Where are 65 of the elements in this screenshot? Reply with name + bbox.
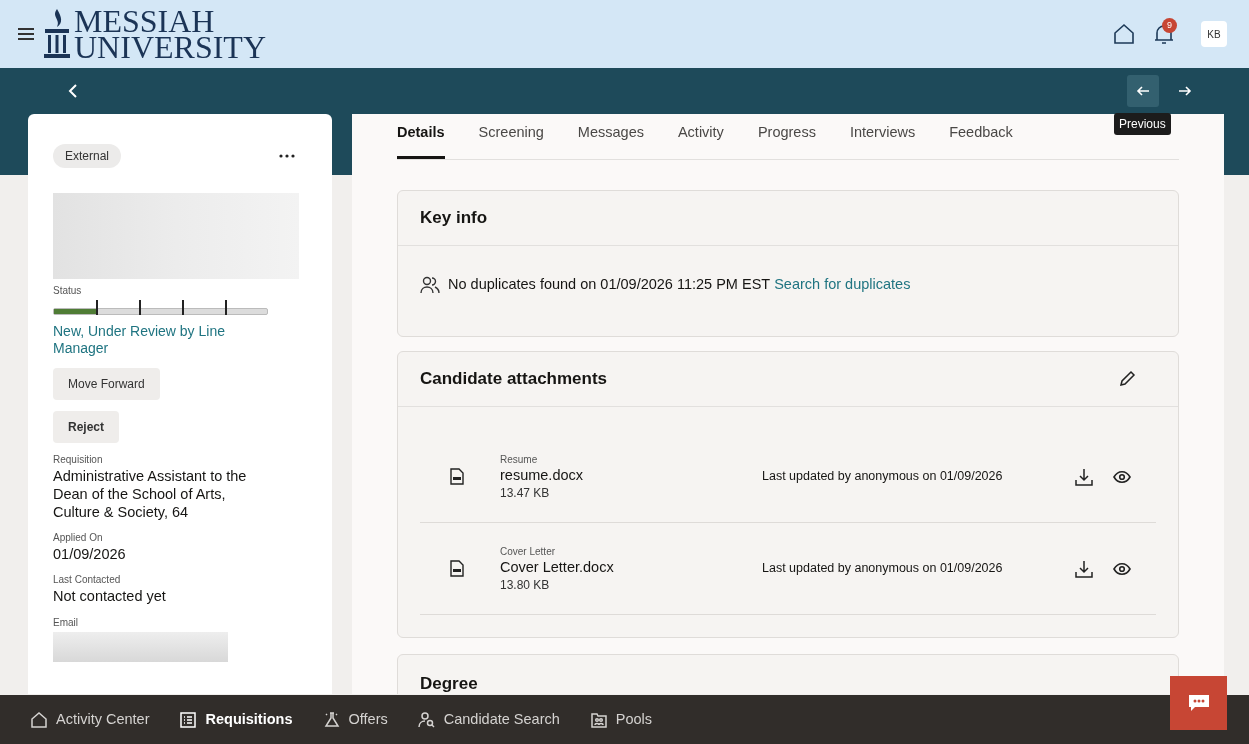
document-icon — [450, 560, 464, 577]
candidate-tag: External — [53, 144, 122, 168]
status-link[interactable]: New, Under Review by Line Manager — [53, 323, 253, 357]
nav-item[interactable]: Candidate Search — [417, 708, 560, 731]
tab[interactable]: Screening — [478, 122, 544, 159]
field-label: Email — [53, 616, 79, 630]
notification-badge: 9 — [1162, 18, 1177, 33]
field-value: Administrative Assistant to the Dean of the School of Arts, Culture & Society, 64 — [53, 467, 248, 521]
list-icon — [179, 710, 198, 729]
field-label: Applied On — [53, 531, 104, 545]
more-icon[interactable] — [279, 154, 295, 158]
field-label: Last Contacted — [53, 573, 122, 587]
tab[interactable]: Messages — [577, 122, 644, 159]
action-button[interactable]: Move Forward — [53, 368, 160, 400]
attachment-size: 13.80 KB — [500, 576, 551, 594]
field-label: Status — [53, 284, 83, 298]
logo-text: UNIVERSITY — [74, 34, 266, 60]
flask-icon — [322, 710, 341, 729]
attachment-category: Cover Letter — [500, 544, 557, 559]
chat-icon — [1187, 694, 1210, 712]
folder-people-icon — [589, 710, 608, 729]
nav-item[interactable]: Pools — [589, 708, 653, 731]
chat-button[interactable] — [1170, 676, 1227, 730]
menu-icon[interactable] — [18, 28, 34, 40]
field-value: 01/09/2026 — [53, 545, 127, 563]
search-duplicates-link[interactable]: Search for duplicates — [774, 274, 911, 296]
download-icon[interactable] — [1075, 467, 1093, 486]
nav-item[interactable]: Offers — [322, 708, 388, 731]
edit-icon[interactable] — [1118, 370, 1136, 388]
tab[interactable]: Interviews — [849, 122, 916, 159]
field-label: Requisition — [53, 453, 104, 467]
card-title: Degree — [420, 674, 478, 693]
document-icon — [450, 468, 464, 485]
home-icon — [30, 710, 48, 729]
download-icon[interactable] — [1075, 559, 1093, 578]
tab[interactable]: Activity — [677, 122, 724, 159]
previous-button[interactable] — [1127, 75, 1159, 107]
right-arrow-icon — [1178, 86, 1192, 96]
attachment-link[interactable]: Cover Letter.docx — [500, 558, 760, 576]
tab[interactable]: Progress — [757, 122, 816, 159]
field-value: Not contacted yet — [53, 587, 167, 605]
avatar[interactable]: KB — [1201, 21, 1227, 47]
duplicates-text: No duplicates found on 01/09/2026 11:25 PM EST — [448, 275, 771, 295]
nav-item[interactable]: Activity Center — [30, 708, 150, 731]
left-arrow-icon — [1136, 86, 1150, 96]
attachment-updated: Last updated by anonymous on 01/09/2026 — [762, 560, 1003, 578]
eye-icon[interactable] — [1113, 561, 1131, 576]
card-title: Candidate attachments — [420, 368, 608, 391]
person-search-icon — [417, 710, 436, 729]
attachment-size: 13.47 KB — [500, 484, 551, 502]
people-icon — [420, 276, 440, 294]
nav-item[interactable]: Requisitions — [179, 708, 293, 731]
attachment-link[interactable]: resume.docx — [500, 466, 760, 484]
tab[interactable]: Feedback — [949, 122, 1013, 159]
tab[interactable]: Details — [397, 122, 445, 159]
action-button[interactable]: Reject — [53, 411, 120, 443]
eye-icon[interactable] — [1113, 469, 1131, 484]
attachment-category: Resume — [500, 452, 539, 467]
chevron-left-icon — [68, 84, 78, 98]
back-button[interactable] — [68, 84, 78, 98]
home-icon[interactable] — [1113, 23, 1135, 45]
card-title: Key info — [420, 207, 488, 230]
tooltip: Previous — [1114, 113, 1171, 135]
logo-text: MESSIAH — [74, 8, 215, 34]
attachment-updated: Last updated by anonymous on 01/09/2026 — [762, 468, 1003, 486]
